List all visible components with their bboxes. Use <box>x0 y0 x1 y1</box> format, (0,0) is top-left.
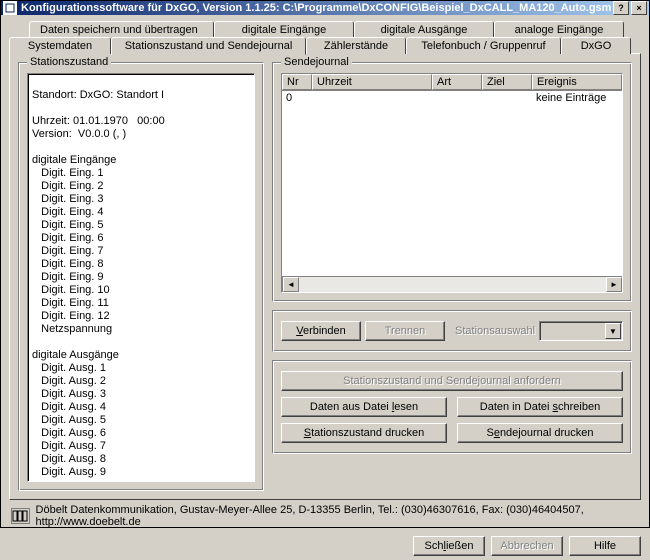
abbrechen-button: Abbrechen <box>491 536 563 556</box>
tabs-row-lower: Systemdaten Stationszustand und Sendejou… <box>9 37 641 54</box>
journal-col-art[interactable]: Art <box>432 74 482 90</box>
tab-digitale-ausgaenge[interactable]: digitale Ausgänge <box>354 21 494 38</box>
footer-text: Döbelt Datenkommunikation, Gustav-Meyer-… <box>36 504 639 528</box>
journal-row[interactable]: 0keine Einträge <box>282 91 622 105</box>
tab-daten-speichern[interactable]: Daten speichern und übertragen <box>29 21 214 38</box>
station-listbox[interactable]: Standort: DxGO: Standort I Uhrzeit: 01.0… <box>27 73 255 482</box>
tab-dxgo[interactable]: DxGO <box>561 37 631 54</box>
scroll-left-icon[interactable]: ◄ <box>283 277 299 292</box>
daten-schreiben-button[interactable]: Daten in Datei schreiben <box>457 397 623 417</box>
schliessen-button[interactable]: Schließen <box>413 536 485 556</box>
app-window: Konfigurationssoftware für DxGO, Version… <box>0 0 650 528</box>
footer-logo-icon <box>11 508 30 524</box>
tab-zaehlerstaende[interactable]: Zählerstände <box>306 37 406 54</box>
window-title: Konfigurationssoftware für DxGO, Version… <box>21 2 611 14</box>
tab-analoge-eingaenge[interactable]: analoge Eingänge <box>494 21 624 38</box>
app-icon <box>3 1 17 15</box>
group-sendejournal-legend: Sendejournal <box>281 56 352 68</box>
hilfe-button[interactable]: Hilfe <box>569 536 641 556</box>
stationsauswahl-label: Stationsauswahl <box>455 325 535 337</box>
journal-col-nr[interactable]: Nr <box>282 74 312 90</box>
close-button[interactable]: × <box>631 1 647 15</box>
journal-col-ziel[interactable]: Ziel <box>482 74 532 90</box>
stationsauswahl-dropdown: ▼ <box>539 321 623 341</box>
tab-stationszustand[interactable]: Stationszustand und Sendejournal <box>111 37 306 55</box>
journal-col-uhrzeit[interactable]: Uhrzeit <box>312 74 432 90</box>
scroll-track[interactable] <box>299 277 606 292</box>
group-actions: Stationszustand und Sendejournal anforde… <box>272 360 632 454</box>
journal-hscroll[interactable]: ◄ ► <box>282 276 622 292</box>
group-stationszustand-legend: Stationszustand <box>27 56 111 68</box>
journal-header: NrUhrzeitArtZielEreignis <box>282 74 622 91</box>
daten-lesen-button[interactable]: Daten aus Datei lesen <box>281 397 447 417</box>
right-column: Sendejournal NrUhrzeitArtZielEreignis 0k… <box>272 62 632 491</box>
footer-info: Döbelt Datenkommunikation, Gustav-Meyer-… <box>9 500 641 532</box>
anfordern-button: Stationszustand und Sendejournal anforde… <box>281 371 623 391</box>
tab-telefonbuch[interactable]: Telefonbuch / Gruppenruf <box>406 37 561 54</box>
dropdown-arrow-icon: ▼ <box>605 323 621 339</box>
help-button[interactable]: ? <box>613 1 629 15</box>
verbinden-button[interactable]: Verbinden <box>281 321 361 341</box>
tab-systemdaten[interactable]: Systemdaten <box>9 37 111 54</box>
footer-buttons: Schließen Abbrechen Hilfe <box>9 532 641 556</box>
journal-drucken-button[interactable]: Sendejournal drucken <box>457 423 623 443</box>
tabs-row-upper: Daten speichern und übertragen digitale … <box>29 21 641 38</box>
tab-digitale-eingaenge[interactable]: digitale Eingänge <box>214 21 354 38</box>
group-connection: Verbinden Trennen Stationsauswahl ▼ <box>272 310 632 352</box>
group-stationszustand: Stationszustand Standort: DxGO: Standort… <box>18 62 264 491</box>
titlebar: Konfigurationssoftware für DxGO, Version… <box>1 1 649 15</box>
trennen-button: Trennen <box>365 321 445 341</box>
station-drucken-button[interactable]: Stationszustand drucken <box>281 423 447 443</box>
journal-col-ereignis[interactable]: Ereignis <box>532 74 622 90</box>
journal-table[interactable]: NrUhrzeitArtZielEreignis 0keine Einträge… <box>281 73 623 293</box>
main-row: Stationszustand Standort: DxGO: Standort… <box>18 62 632 491</box>
content-area: Daten speichern und übertragen digitale … <box>1 15 649 560</box>
scroll-right-icon[interactable]: ► <box>606 277 622 292</box>
journal-body: 0keine Einträge <box>282 91 622 276</box>
group-sendejournal: Sendejournal NrUhrzeitArtZielEreignis 0k… <box>272 62 632 302</box>
tab-panel: Stationszustand Standort: DxGO: Standort… <box>9 53 641 500</box>
